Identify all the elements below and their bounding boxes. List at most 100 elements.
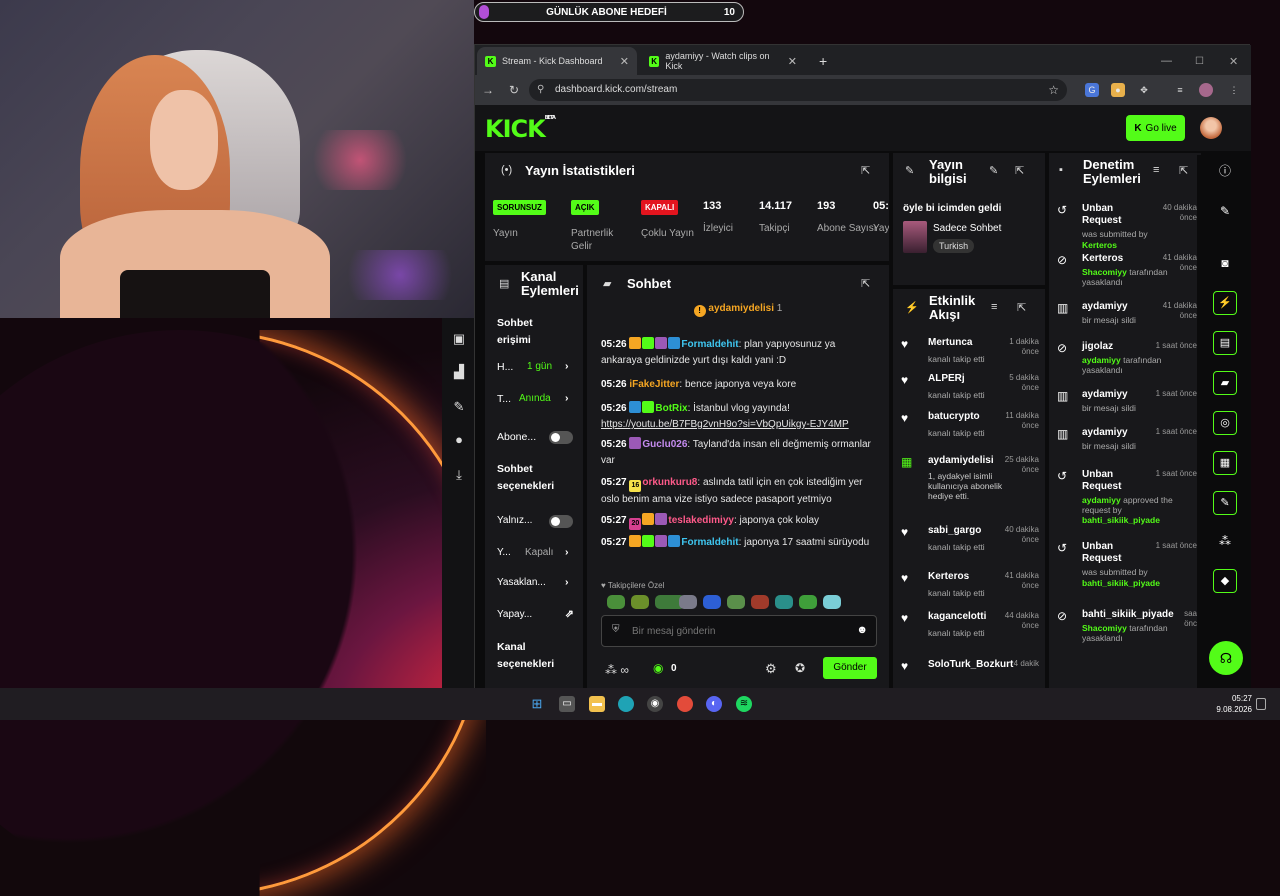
mod-actor[interactable]: Shacomiyy	[1082, 267, 1127, 277]
popout-icon[interactable]: ⇱	[1017, 301, 1026, 314]
chevron-right-icon[interactable]: ›	[565, 576, 569, 588]
popout-icon[interactable]: ⇱	[861, 164, 870, 177]
start-icon[interactable]: ⊞	[529, 696, 545, 712]
filter-icon[interactable]: ≡	[991, 301, 997, 313]
chevron-right-icon[interactable]: ›	[565, 546, 569, 558]
discord-icon[interactable]: ◐	[706, 696, 722, 712]
message-user[interactable]: Formaldehit	[681, 339, 738, 350]
chat-input[interactable]	[632, 623, 852, 639]
lightning-button[interactable]: ⚡	[1213, 291, 1237, 315]
wrench-icon[interactable]: ✎	[450, 398, 468, 416]
mod-actor[interactable]: Shacomiyy	[1082, 623, 1127, 633]
gear-icon[interactable]: ⚙	[765, 661, 777, 677]
tab-clips[interactable]: K aydamiyy - Watch clips on Kick ✕	[641, 47, 805, 75]
chat-input-box[interactable]: ⛨ ☻	[601, 615, 877, 647]
layout-button[interactable]: ▦	[1213, 451, 1237, 475]
message-user[interactable]: Guclu026	[642, 439, 687, 450]
spotify-icon[interactable]: ≋	[736, 696, 752, 712]
mod-actor[interactable]: aydamiyy	[1082, 495, 1121, 505]
back-icon[interactable]: →	[475, 83, 501, 97]
tab-dashboard[interactable]: K Stream - Kick Dashboard ✕	[477, 47, 637, 75]
mod-actor[interactable]: aydamiyy	[1082, 355, 1121, 365]
site-info-icon[interactable]: ⚲	[537, 79, 544, 101]
translate-extension-icon[interactable]: G	[1085, 83, 1099, 97]
send-button[interactable]: Gönder	[823, 657, 877, 679]
puzzle-extensions-icon[interactable]: ✥	[1137, 83, 1151, 97]
download-icon[interactable]: ⤓	[450, 466, 468, 484]
people-icon[interactable]: ⁂ ∞	[605, 663, 629, 677]
chrome-icon[interactable]	[677, 696, 693, 712]
close-icon[interactable]: ✕	[788, 55, 797, 68]
emote-icon[interactable]	[751, 595, 769, 609]
layout-icon[interactable]: ▣	[450, 330, 468, 348]
message-link[interactable]: https://youtu.be/B7FBg2vnH9o?si=VbQpUikg…	[601, 419, 849, 430]
emote-icon[interactable]	[679, 595, 697, 609]
chat-settings-icon[interactable]: ✪	[795, 661, 805, 675]
popout-icon[interactable]: ⇱	[861, 277, 870, 290]
support-button[interactable]: ☊	[1209, 641, 1243, 675]
record-icon[interactable]: ◙	[1213, 251, 1237, 275]
mod-actor[interactable]: Kerteros	[1082, 240, 1117, 250]
chart-icon[interactable]: ▟	[450, 363, 468, 381]
emote-icon[interactable]	[631, 595, 649, 609]
url-field[interactable]: ⚲ dashboard.kick.com/stream ☆	[529, 79, 1067, 101]
go-live-button[interactable]: K Go live	[1126, 115, 1185, 141]
activity-feed-panel: ⚡ Etkinlik Akışı ≡ ⇱ ♥ Mertunca 1 dakika ö…	[893, 289, 1045, 689]
message-user[interactable]: iFakeJitter	[629, 379, 679, 390]
ticket-button[interactable]: ◆	[1213, 569, 1237, 593]
people-icon[interactable]: ⁂	[1213, 529, 1237, 553]
emote-icon[interactable]	[823, 595, 841, 609]
task-view-icon[interactable]: ▭	[559, 696, 575, 712]
message-user[interactable]: teslakedimiyy	[668, 515, 734, 526]
message-user[interactable]: BotRix	[655, 403, 687, 414]
subs-only-toggle[interactable]	[549, 431, 573, 444]
extension-icon[interactable]: ●	[1111, 83, 1125, 97]
filter-icon[interactable]: ≡	[1153, 164, 1159, 176]
edit-icon[interactable]: ✎	[989, 164, 998, 177]
message-user[interactable]: orkunkuru8	[642, 477, 697, 488]
emote-icon[interactable]	[607, 595, 625, 609]
avatar[interactable]	[1200, 117, 1222, 139]
emote-icon[interactable]	[799, 595, 817, 609]
pencil-icon[interactable]: ✎	[1213, 199, 1237, 223]
external-link-icon[interactable]: ⇗	[565, 608, 574, 620]
mod-target: Kerteros	[1082, 253, 1124, 264]
document-button[interactable]: ▤	[1213, 331, 1237, 355]
edge-icon[interactable]	[618, 696, 634, 712]
wrench-button[interactable]: ✎	[1213, 491, 1237, 515]
url-text: dashboard.kick.com/stream	[555, 84, 678, 95]
info-icon[interactable]: ⓘ	[1213, 159, 1237, 183]
emote-icon[interactable]	[703, 595, 721, 609]
system-clock[interactable]: 05:27 9.08.2026	[1216, 693, 1252, 715]
file-explorer-icon[interactable]: ▬	[589, 696, 605, 712]
new-tab-button[interactable]: +	[811, 47, 835, 75]
popout-icon[interactable]: ⇱	[1179, 164, 1188, 177]
mod-actor[interactable]: bahti_sikiik_piyade	[1082, 578, 1160, 588]
emoji-icon[interactable]: ☻	[856, 624, 868, 636]
reload-icon[interactable]: ↻	[501, 83, 527, 97]
followers-only-toggle[interactable]	[549, 515, 573, 528]
broadcast-button[interactable]: ◎	[1213, 411, 1237, 435]
badge-icon	[642, 535, 655, 547]
profile-avatar[interactable]	[1199, 83, 1213, 97]
emote-icon[interactable]	[775, 595, 793, 609]
message-user[interactable]: Formaldehit	[681, 537, 738, 548]
chevron-right-icon[interactable]: ›	[565, 392, 569, 404]
chevron-right-icon[interactable]: ›	[565, 360, 569, 372]
users-icon[interactable]: ●	[450, 431, 468, 449]
media-control-icon[interactable]: ≡	[1173, 83, 1187, 97]
notification-icon[interactable]	[1256, 698, 1266, 710]
minimize-icon[interactable]: —	[1153, 47, 1180, 75]
obs-icon[interactable]: ◉	[647, 696, 663, 712]
kick-logo[interactable]: KICKBETA	[485, 115, 556, 143]
maximize-icon[interactable]: ☐	[1187, 47, 1212, 75]
menu-icon[interactable]: ⋮	[1227, 83, 1241, 97]
emote-icon[interactable]	[727, 595, 745, 609]
bookmark-star-icon[interactable]: ☆	[1048, 79, 1059, 101]
chat-button[interactable]: ▰	[1213, 371, 1237, 395]
close-window-icon[interactable]: ✕	[1221, 47, 1246, 75]
popout-icon[interactable]: ⇱	[1015, 164, 1024, 177]
close-icon[interactable]: ✕	[620, 55, 629, 68]
mod-time: 40 dakika önce	[1162, 203, 1197, 222]
setting-label: Yapay...	[497, 609, 533, 620]
